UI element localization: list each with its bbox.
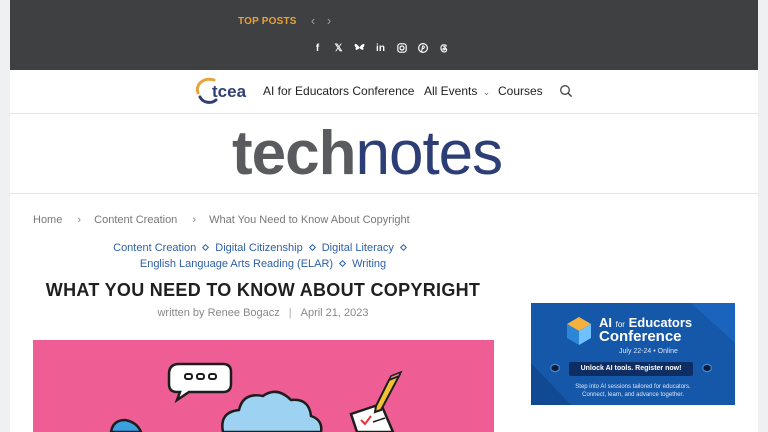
diamond-separator-icon: [399, 243, 407, 252]
top-posts-label: TOP POSTS: [238, 16, 297, 27]
x-twitter-icon[interactable]: 𝕏: [331, 40, 346, 56]
article-date: April 21, 2023: [300, 307, 369, 319]
page: TOP POSTS ‹ › f 𝕏 in tcea AI for Educato…: [10, 0, 758, 432]
ad-register-button[interactable]: Unlock AI tools. Register now!: [569, 362, 693, 376]
nav-courses[interactable]: Courses: [498, 84, 543, 98]
category-elar[interactable]: English Language Arts Reading (ELAR): [140, 258, 333, 270]
ad-footer-text: Step into AI sessions tailored for educa…: [575, 384, 691, 398]
brand-notes: notes: [355, 119, 503, 188]
ad-conference: Conference: [599, 328, 682, 345]
threads-icon[interactable]: [436, 40, 451, 56]
breadcrumb-current: What You Need to Know About Copyright: [209, 214, 410, 226]
article-byline[interactable]: written by Renee Bogacz: [157, 307, 279, 319]
main-nav: tcea AI for Educators Conference All Eve…: [10, 70, 758, 114]
search-icon[interactable]: [559, 84, 573, 98]
instagram-icon[interactable]: [394, 40, 409, 56]
article-meta: written by Renee Bogacz | April 21, 2023: [157, 307, 369, 319]
breadcrumb-separator-icon: ›: [192, 214, 197, 226]
article-title: WHAT YOU NEED TO KNOW ABOUT COPYRIGHT: [45, 280, 481, 300]
nav-all-events[interactable]: All Events ⌄: [424, 84, 490, 98]
diamond-separator-icon: [308, 243, 316, 252]
ad-dates: July 22-24 • Online: [619, 348, 678, 355]
category-digital-literacy[interactable]: Digital Literacy: [322, 242, 394, 254]
breadcrumb-separator-icon: ›: [77, 214, 82, 226]
chevron-right-icon[interactable]: ›: [324, 13, 334, 29]
category-list: Content Creation Digital Citizenship Digit…: [33, 240, 493, 272]
chevron-down-icon: ⌄: [482, 87, 491, 97]
top-posts-arrows: ‹ ›: [308, 13, 334, 29]
top-bar: TOP POSTS ‹ › f 𝕏 in: [10, 0, 758, 70]
tcea-logo[interactable]: tcea: [192, 76, 256, 106]
facebook-icon[interactable]: f: [310, 40, 325, 56]
masthead: technotes: [10, 114, 758, 194]
technotes-logo[interactable]: technotes: [232, 119, 503, 188]
nav-ai-conference[interactable]: AI for Educators Conference: [263, 84, 414, 98]
brand-tech: tech: [232, 119, 356, 188]
breadcrumb: Home › Content Creation › What You Need …: [33, 214, 410, 226]
chevron-left-icon[interactable]: ‹: [308, 13, 318, 29]
category-content-creation[interactable]: Content Creation: [113, 242, 196, 254]
hero-image: [33, 340, 494, 432]
category-digital-citizenship[interactable]: Digital Citizenship: [215, 242, 302, 254]
category-writing[interactable]: Writing: [352, 258, 386, 270]
diamond-separator-icon: [339, 259, 347, 268]
logo-text: tcea: [212, 82, 247, 101]
pinterest-icon[interactable]: [415, 40, 430, 56]
social-links: f 𝕏 in: [310, 40, 451, 56]
breadcrumb-home[interactable]: Home: [33, 214, 62, 226]
ai-conference-ad[interactable]: AI for Educators Conference July 22-24 •…: [531, 303, 735, 405]
nav-all-events-label: All Events: [424, 84, 478, 98]
bluesky-icon[interactable]: [352, 40, 367, 56]
diamond-separator-icon: [202, 243, 210, 252]
breadcrumb-content-creation[interactable]: Content Creation: [94, 214, 177, 226]
linkedin-icon[interactable]: in: [373, 40, 388, 56]
